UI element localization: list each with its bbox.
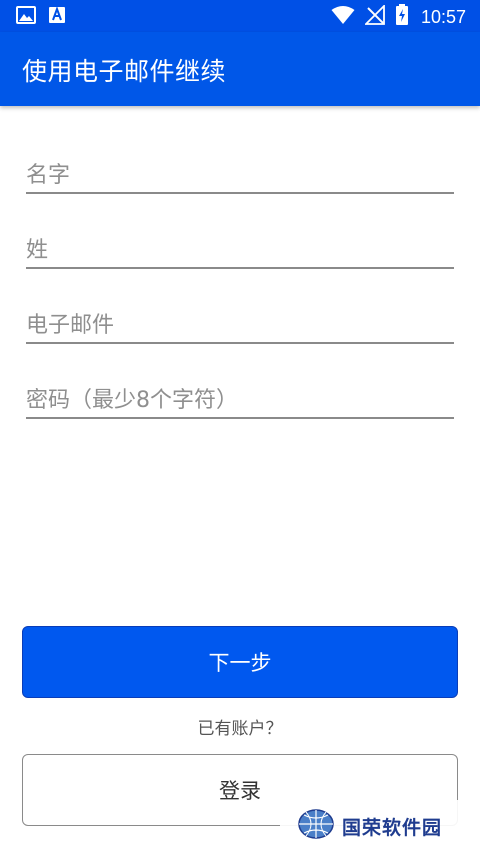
email-field-container	[26, 302, 454, 344]
password-input[interactable]	[26, 388, 454, 413]
page-title: 使用电子邮件继续	[22, 57, 227, 86]
no-signal-icon	[363, 3, 385, 29]
password-field-container	[26, 377, 454, 419]
next-button-label: 下一步	[208, 651, 272, 675]
status-time: 10:57	[420, 6, 466, 27]
email-input[interactable]	[26, 313, 454, 338]
wifi-icon	[331, 5, 355, 29]
status-bar: 10:57	[0, 0, 480, 32]
status-bar-right: 10:57	[331, 3, 466, 30]
app-bar: 使用电子邮件继续	[0, 32, 480, 106]
globe-logo-icon	[296, 807, 336, 845]
next-button[interactable]: 下一步	[22, 626, 458, 698]
status-bar-left	[16, 6, 66, 28]
last-name-field-container	[26, 227, 454, 269]
battery-charging-icon	[395, 4, 409, 30]
first-name-input[interactable]	[26, 163, 454, 188]
have-account-text: 已有账户？	[197, 719, 283, 739]
watermark: 国荣软件园	[280, 800, 470, 852]
login-button-label: 登录	[219, 779, 261, 803]
last-name-input[interactable]	[26, 238, 454, 263]
watermark-text: 国荣软件园	[342, 816, 443, 839]
image-icon	[16, 6, 36, 28]
first-name-field-container	[26, 152, 454, 194]
text-a-icon	[48, 6, 66, 28]
